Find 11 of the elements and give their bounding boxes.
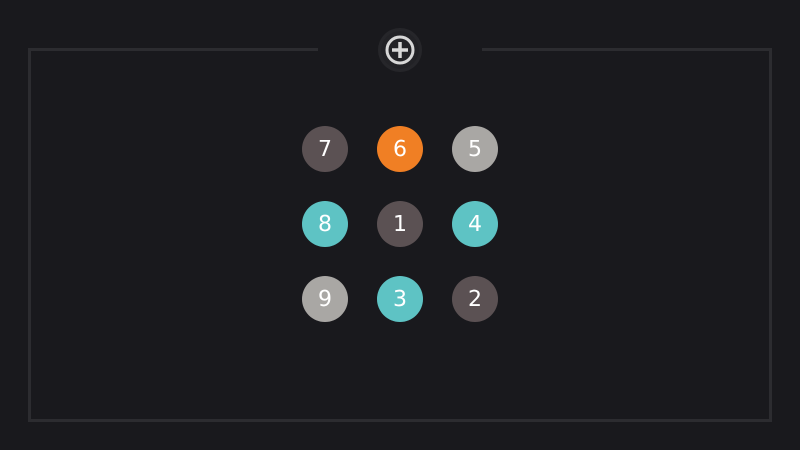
number-tile[interactable]: 6 [377, 126, 423, 172]
number-tile[interactable]: 1 [377, 201, 423, 247]
number-tile[interactable]: 8 [302, 201, 348, 247]
number-tile[interactable]: 5 [452, 126, 498, 172]
number-tile[interactable]: 4 [452, 201, 498, 247]
plus-icon [385, 35, 415, 65]
number-tile[interactable]: 2 [452, 276, 498, 322]
number-tile[interactable]: 7 [302, 126, 348, 172]
number-tile[interactable]: 9 [302, 276, 348, 322]
add-button[interactable] [381, 31, 419, 69]
number-tile[interactable]: 3 [377, 276, 423, 322]
